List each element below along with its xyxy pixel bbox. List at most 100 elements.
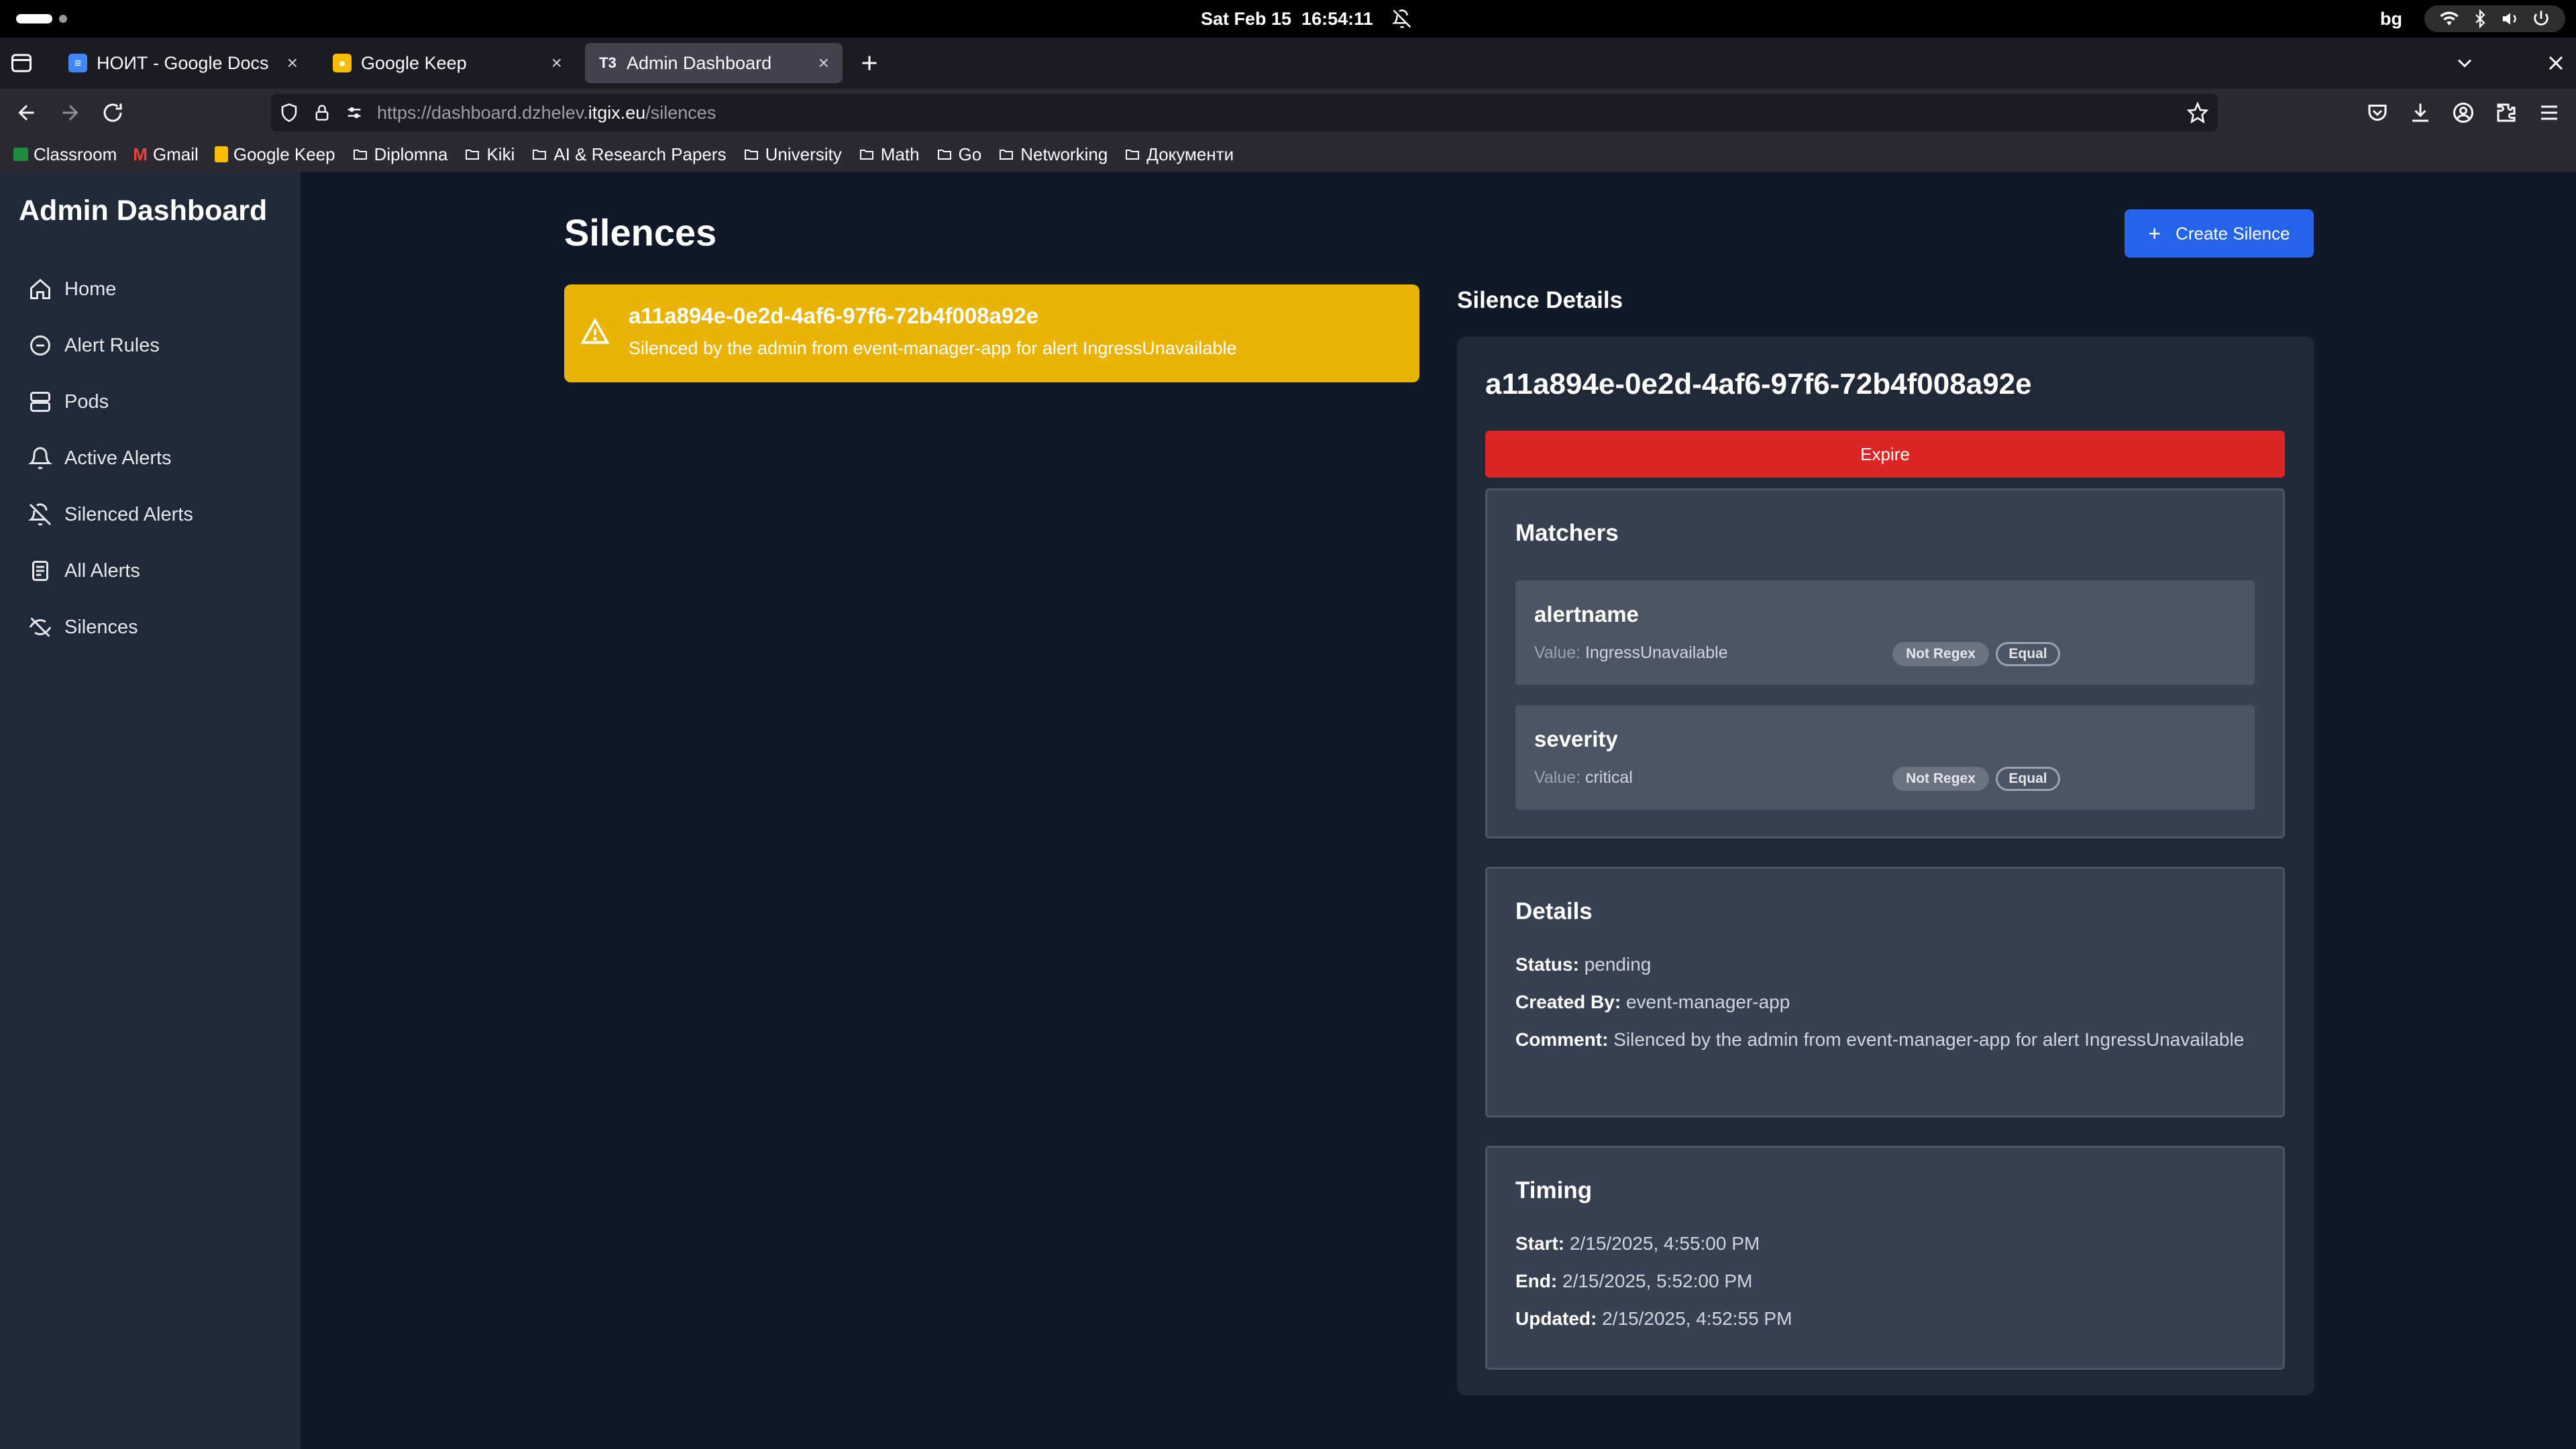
bookmark-folder-documents[interactable]: Документи — [1124, 144, 1234, 165]
matcher-name: severity — [1534, 727, 1618, 751]
workspace-dot — [59, 15, 67, 23]
silence-list-item[interactable]: a11a894e-0e2d-4af6-97f6-72b4f008a92e Sil… — [564, 284, 1419, 382]
lock-icon[interactable] — [313, 103, 331, 122]
system-top-bar: Sat Feb 15 16:54:11 bg — [0, 0, 2576, 38]
back-icon[interactable] — [15, 101, 39, 125]
bookmark-folder-diplomna[interactable]: Diplomna — [352, 144, 448, 165]
sidebar-item-silences[interactable]: Silences — [28, 609, 138, 645]
matcher-value: Value: critical — [1534, 768, 1633, 788]
bookmark-folder-networking[interactable]: Networking — [998, 144, 1108, 165]
language-indicator[interactable]: bg — [2380, 0, 2402, 38]
pocket-icon[interactable] — [2365, 101, 2390, 125]
bookmark-folder-go[interactable]: Go — [936, 144, 982, 165]
close-tab-icon[interactable]: × — [551, 52, 562, 74]
system-status-menu[interactable] — [2424, 5, 2565, 32]
matcher-value-text: IngressUnavailable — [1585, 643, 1728, 662]
bookmark-label: Документи — [1146, 144, 1234, 164]
regex-badge: Not Regex — [1892, 767, 1989, 791]
sidebar-item-home[interactable]: Home — [28, 271, 116, 307]
bookmark-gmail[interactable]: M Gmail — [133, 144, 199, 165]
google-keep-icon — [214, 146, 228, 162]
account-icon[interactable] — [2451, 101, 2475, 125]
gmail-icon: M — [133, 144, 148, 164]
bookmark-folder-university[interactable]: University — [743, 144, 842, 165]
regex-badge: Not Regex — [1892, 642, 1989, 666]
folder-icon — [1126, 150, 1140, 160]
close-tab-icon[interactable]: × — [287, 52, 298, 74]
reload-icon[interactable] — [101, 101, 125, 125]
folder-icon — [466, 150, 480, 160]
tab-title: Admin Dashboard — [627, 52, 772, 73]
server-icon — [30, 392, 50, 412]
sidebar-item-all-alerts[interactable]: All Alerts — [28, 553, 140, 589]
value-label: Value: — [1534, 768, 1581, 787]
silence-description: Silenced by the admin from event-manager… — [629, 338, 1237, 358]
silence-details-panel: a11a894e-0e2d-4af6-97f6-72b4f008a92e Exp… — [1457, 337, 2314, 1395]
url-path: /silences — [645, 102, 716, 123]
matcher-value-text: critical — [1585, 768, 1633, 787]
close-window-icon[interactable] — [2544, 51, 2568, 75]
status-row: Status: pending — [1515, 951, 2260, 979]
created-by-value: event-manager-app — [1625, 991, 1790, 1012]
t3-icon: T3 — [599, 54, 616, 71]
sidebar-item-label: Home — [64, 278, 117, 300]
tracking-shield-icon[interactable] — [279, 103, 299, 123]
bookmark-label: Go — [958, 144, 982, 164]
create-silence-label: Create Silence — [2176, 223, 2290, 244]
bookmark-star-icon[interactable] — [2187, 102, 2208, 123]
bookmark-folder-math[interactable]: Math — [858, 144, 920, 165]
bookmark-folder-kiki[interactable]: Kiki — [464, 144, 515, 165]
eye-off-icon — [29, 617, 52, 637]
close-tab-icon[interactable]: × — [818, 52, 829, 74]
sidebar-item-active-alerts[interactable]: Active Alerts — [28, 440, 172, 476]
bookmark-label: Google Keep — [233, 144, 335, 164]
sidebar-item-alert-rules[interactable]: Alert Rules — [28, 327, 160, 364]
forward-icon[interactable] — [58, 101, 82, 125]
bookmark-classroom[interactable]: Classroom — [13, 144, 117, 165]
start-value: 2/15/2025, 4:55:00 PM — [1569, 1233, 1760, 1254]
start-row: Start: 2/15/2025, 4:55:00 PM — [1515, 1230, 2260, 1258]
url-prefix: https://dashboard.dzhelev. — [377, 102, 588, 123]
operator-badge: Equal — [1996, 642, 2060, 666]
created-by-row: Created By: event-manager-app — [1515, 988, 2260, 1016]
permissions-icon[interactable] — [345, 103, 364, 122]
end-key: End: — [1515, 1271, 1558, 1291]
extensions-icon[interactable] — [2494, 101, 2518, 125]
menu-icon[interactable] — [2537, 101, 2561, 125]
create-silence-button[interactable]: + Create Silence — [2125, 209, 2314, 258]
folder-icon — [744, 150, 758, 160]
bluetooth-icon — [2475, 9, 2485, 28]
wifi-icon — [2440, 11, 2459, 25]
expire-button[interactable]: Expire — [1485, 431, 2285, 478]
tab-google-keep[interactable]: ● Google Keep × — [319, 43, 576, 83]
status-key: Status: — [1515, 954, 1579, 975]
new-tab-icon[interactable] — [857, 51, 881, 75]
url-text[interactable]: https://dashboard.dzhelev.itgix.eu/silen… — [377, 103, 716, 123]
bookmark-label: AI & Research Papers — [553, 144, 727, 164]
sidebar-item-silenced-alerts[interactable]: Silenced Alerts — [28, 496, 193, 533]
folder-icon — [533, 150, 547, 160]
workspace-indicator[interactable] — [16, 14, 67, 23]
bookmark-label: Diplomna — [374, 144, 448, 164]
bookmark-folder-ai-research[interactable]: AI & Research Papers — [531, 144, 727, 165]
downloads-icon[interactable] — [2408, 101, 2432, 125]
silence-details-heading: Silence Details — [1457, 287, 1623, 313]
app-root: Admin Dashboard Home Alert Rules Pods Ac… — [0, 172, 2576, 1449]
folder-icon — [1000, 150, 1014, 160]
comment-value: Silenced by the admin from event-manager… — [1613, 1029, 2245, 1050]
active-workspace-pill — [16, 14, 52, 23]
notifications-off-icon — [1391, 9, 1411, 28]
clock[interactable]: Sat Feb 15 16:54:11 — [1201, 0, 1412, 38]
updated-key: Updated: — [1515, 1308, 1597, 1329]
url-bar[interactable]: https://dashboard.dzhelev.itgix.eu/silen… — [271, 94, 2218, 131]
matcher-item: severity Value: critical Not Regex Equal — [1515, 705, 2255, 810]
matcher-name: alertname — [1534, 602, 1639, 627]
bookmark-google-keep[interactable]: Google Keep — [214, 144, 335, 165]
firefox-view-icon[interactable] — [9, 51, 34, 75]
tab-admin-dashboard[interactable]: T3 Admin Dashboard × — [585, 43, 843, 83]
tab-title: Google Keep — [361, 52, 467, 73]
list-all-tabs-icon[interactable] — [2453, 51, 2477, 75]
tab-google-docs[interactable]: ≡ НОИТ - Google Docs × — [55, 43, 311, 83]
sidebar-item-pods[interactable]: Pods — [28, 384, 109, 420]
operator-badge: Equal — [1996, 767, 2060, 791]
